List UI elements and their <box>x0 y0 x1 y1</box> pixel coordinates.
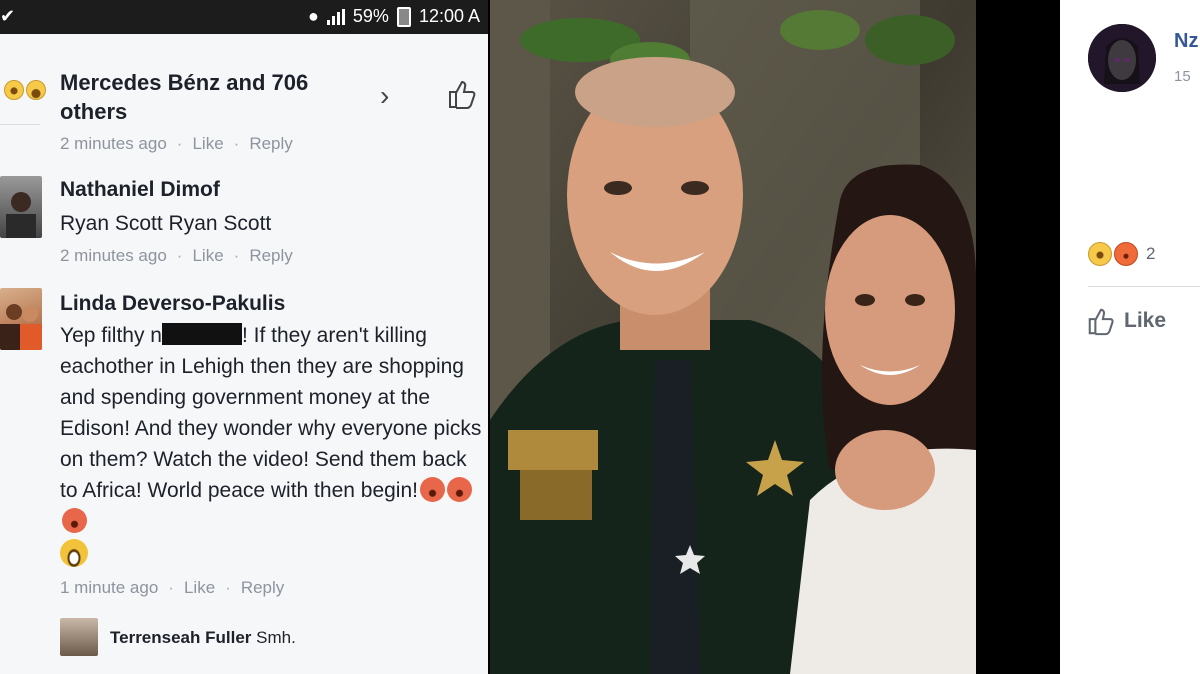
commenter-name[interactable]: Nathaniel Dimof <box>60 178 220 202</box>
angry-icon <box>1114 242 1138 266</box>
status-bar: ✔ ● 59% 12:00 A <box>0 0 488 34</box>
comment-screenshot: ✔ ● 59% 12:00 A Mercedes Bénz and 706 ot… <box>0 0 488 674</box>
angry-emoji-icon <box>62 508 87 533</box>
commenter-name[interactable]: Linda Deverso-Pakulis <box>60 292 285 316</box>
like-button[interactable]: Like <box>1086 306 1166 336</box>
haha-icon <box>26 80 46 100</box>
battery-percent: 59% <box>352 6 389 26</box>
reply-link[interactable]: Reply <box>249 246 292 266</box>
notification-icon: ✔ <box>0 6 16 26</box>
redaction-box <box>161 323 242 345</box>
comment-time: 1 minute ago <box>60 578 159 597</box>
photo-image <box>490 0 976 674</box>
background <box>986 0 1060 674</box>
battery-icon <box>396 6 411 27</box>
divider <box>0 124 40 125</box>
like-link[interactable]: Like <box>184 578 215 598</box>
comment-text: Smh. <box>256 628 296 647</box>
comment: Linda Deverso-Pakulis Yep filthy n! If t… <box>0 286 488 606</box>
comment: Nathaniel Dimof Ryan Scott Ryan Scott 2 … <box>0 170 488 270</box>
wifi-icon: ● <box>308 6 319 26</box>
reactions-summary[interactable]: 2 <box>1088 242 1155 266</box>
comment-meta: 2 minutes ago · Like · Reply <box>60 134 293 154</box>
avatar[interactable] <box>0 288 42 350</box>
comment-text-start: Yep filthy n <box>60 324 162 347</box>
comment-text: Ryan Scott Ryan Scott <box>60 212 272 235</box>
grimace-emoji-icon <box>60 539 88 567</box>
clock: 12:00 A <box>418 6 480 26</box>
comment-meta: 1 minute ago · Like · Reply <box>60 578 285 598</box>
like-label: Like <box>1124 309 1167 332</box>
like-link[interactable]: Like <box>192 134 223 154</box>
reaction-count: 2 <box>1146 244 1156 263</box>
comment-meta: 2 minutes ago · Like · Reply <box>60 246 293 266</box>
facebook-post-panel: Nz 15 2 Like <box>1060 0 1200 674</box>
reactions-summary[interactable]: Mercedes Bénz and 706 others › <box>0 48 488 128</box>
thumbs-up-icon <box>1088 308 1114 336</box>
reply-link[interactable]: Reply <box>249 134 292 154</box>
angry-emoji-icon <box>419 477 445 502</box>
thumbs-up-icon[interactable] <box>446 78 478 110</box>
comment-time: 2 minutes ago <box>60 134 167 153</box>
like-link[interactable]: Like <box>192 246 223 266</box>
comment-text: Yep filthy n! If they aren't killing eac… <box>60 320 484 576</box>
avatar[interactable] <box>1088 24 1156 92</box>
angry-emoji-icon <box>446 477 472 502</box>
wow-icon <box>1088 242 1112 266</box>
divider <box>976 0 986 674</box>
chevron-right-icon[interactable]: › <box>380 80 389 112</box>
reactions-summary-text: Mercedes Bénz and 706 others <box>60 70 309 124</box>
comment-text-end: ! If they aren't killing eachother in Le… <box>60 324 482 502</box>
post-photo[interactable] <box>490 0 976 674</box>
signal-icon <box>326 8 345 25</box>
wow-icon <box>4 80 24 100</box>
comment: Terrenseah Fuller Smh. <box>0 616 488 666</box>
commenter-name[interactable]: Terrenseah Fuller <box>110 628 251 647</box>
post-time[interactable]: 15 <box>1174 68 1191 85</box>
avatar[interactable] <box>60 618 98 656</box>
poster-name[interactable]: Nz <box>1174 30 1198 53</box>
avatar[interactable] <box>0 176 42 238</box>
comment-time: 2 minutes ago <box>60 246 167 265</box>
reply-link[interactable]: Reply <box>241 578 284 598</box>
divider <box>1088 286 1200 287</box>
